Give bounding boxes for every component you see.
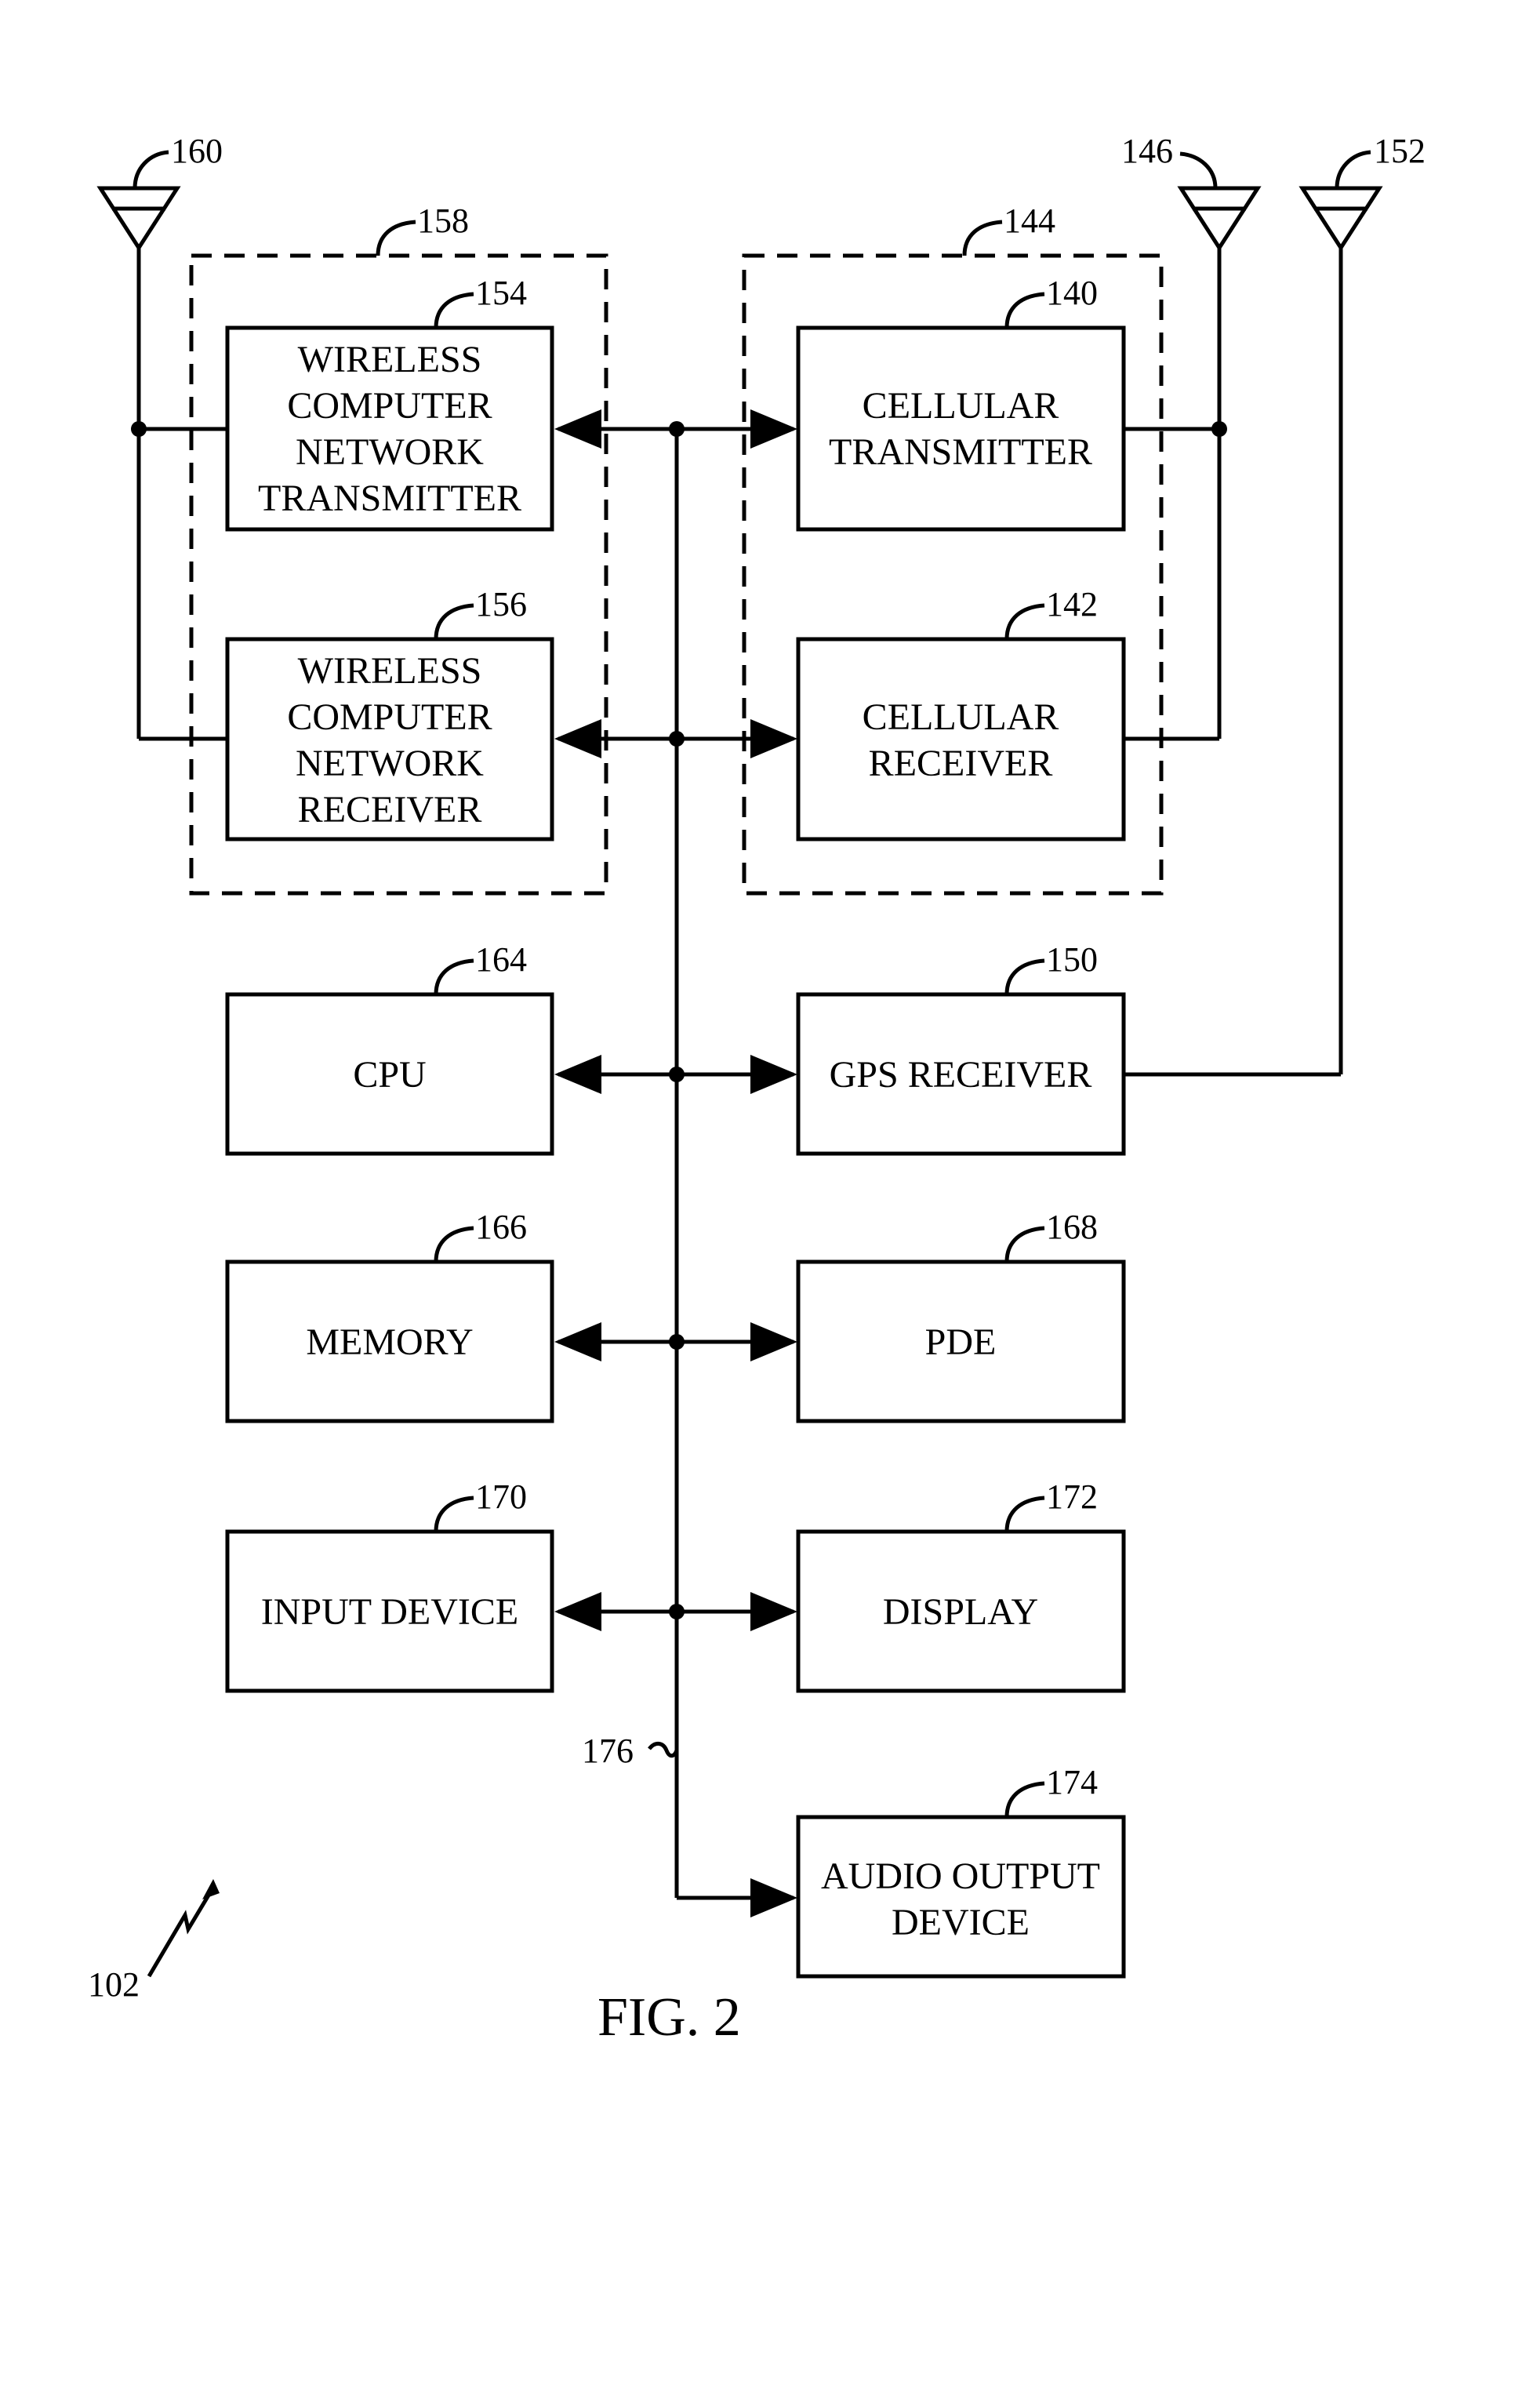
system-bus: 176 xyxy=(582,429,797,1917)
block-label: RECEIVER xyxy=(298,789,482,831)
antenna-160-icon: 160 xyxy=(96,132,223,739)
block-memory: 166 MEMORY xyxy=(225,1208,554,1423)
block-label: NETWORK xyxy=(296,431,484,473)
block-gps-receiver: 150 GPS RECEIVER xyxy=(796,940,1126,1156)
block-label: MEMORY xyxy=(306,1321,473,1363)
ref-label: 172 xyxy=(1046,1478,1098,1516)
block-pde: 168 PDE xyxy=(796,1208,1126,1423)
block-label: AUDIO OUTPUT xyxy=(821,1856,1100,1897)
ref-label: 144 xyxy=(1004,202,1055,240)
block-input-device: 170 INPUT DEVICE xyxy=(225,1478,554,1693)
block-label: CELLULAR xyxy=(863,385,1059,427)
ref-label: 160 xyxy=(171,132,223,170)
block-display: 172 DISPLAY xyxy=(796,1478,1126,1693)
ref-label: 146 xyxy=(1121,132,1173,170)
block-label: GPS RECEIVER xyxy=(830,1054,1092,1096)
ref-label: 152 xyxy=(1374,132,1426,170)
ref-label: 176 xyxy=(582,1732,634,1770)
ref-label: 158 xyxy=(417,202,469,240)
ref-label: 140 xyxy=(1046,274,1098,312)
block-label: DISPLAY xyxy=(883,1591,1038,1633)
ref-label: 142 xyxy=(1046,585,1098,623)
antenna-152-icon: 152 xyxy=(1298,132,1426,1074)
block-label: CELLULAR xyxy=(863,696,1059,738)
block-label: WIRELESS xyxy=(298,650,482,692)
block-label: DEVICE xyxy=(892,1902,1030,1943)
block-wireless-transmitter: 154 WIRELESS COMPUTER NETWORK TRANSMITTE… xyxy=(225,274,554,532)
block-label: PDE xyxy=(925,1321,997,1363)
block-label: TRANSMITTER xyxy=(829,431,1092,473)
block-label: INPUT DEVICE xyxy=(261,1591,518,1633)
ref-label: 154 xyxy=(475,274,527,312)
block-label: COMPUTER xyxy=(287,385,492,427)
block-audio-output-device: 174 AUDIO OUTPUT DEVICE xyxy=(796,1763,1126,1979)
block-label: TRANSMITTER xyxy=(258,478,521,519)
block-cellular-transmitter: 140 CELLULAR TRANSMITTER xyxy=(796,274,1126,532)
block-wireless-receiver: 156 WIRELESS COMPUTER NETWORK RECEIVER xyxy=(225,585,554,841)
antenna-146-icon: 146 xyxy=(1121,132,1262,739)
block-label: WIRELESS xyxy=(298,339,482,380)
device-ref-102: 102 xyxy=(88,1879,220,2004)
block-cpu: 164 CPU xyxy=(225,940,554,1156)
ref-label: 102 xyxy=(88,1965,140,2004)
ref-label: 166 xyxy=(475,1208,527,1246)
ref-label: 170 xyxy=(475,1478,527,1516)
block-label: RECEIVER xyxy=(869,743,1053,784)
ref-label: 156 xyxy=(475,585,527,623)
block-diagram: 158 144 160 146 152 176 154 WIRELESS COM… xyxy=(88,132,1426,2048)
ref-label: 168 xyxy=(1046,1208,1098,1246)
lightning-arrow-icon xyxy=(147,1888,214,1978)
block-cellular-receiver: 142 CELLULAR RECEIVER xyxy=(796,585,1126,841)
ref-label: 150 xyxy=(1046,940,1098,979)
block-label: COMPUTER xyxy=(287,696,492,738)
ref-label: 164 xyxy=(475,940,527,979)
ref-label: 174 xyxy=(1046,1763,1098,1801)
block-label: CPU xyxy=(353,1054,426,1096)
figure-caption: FIG. 2 xyxy=(597,1987,741,2048)
block-label: NETWORK xyxy=(296,743,484,784)
